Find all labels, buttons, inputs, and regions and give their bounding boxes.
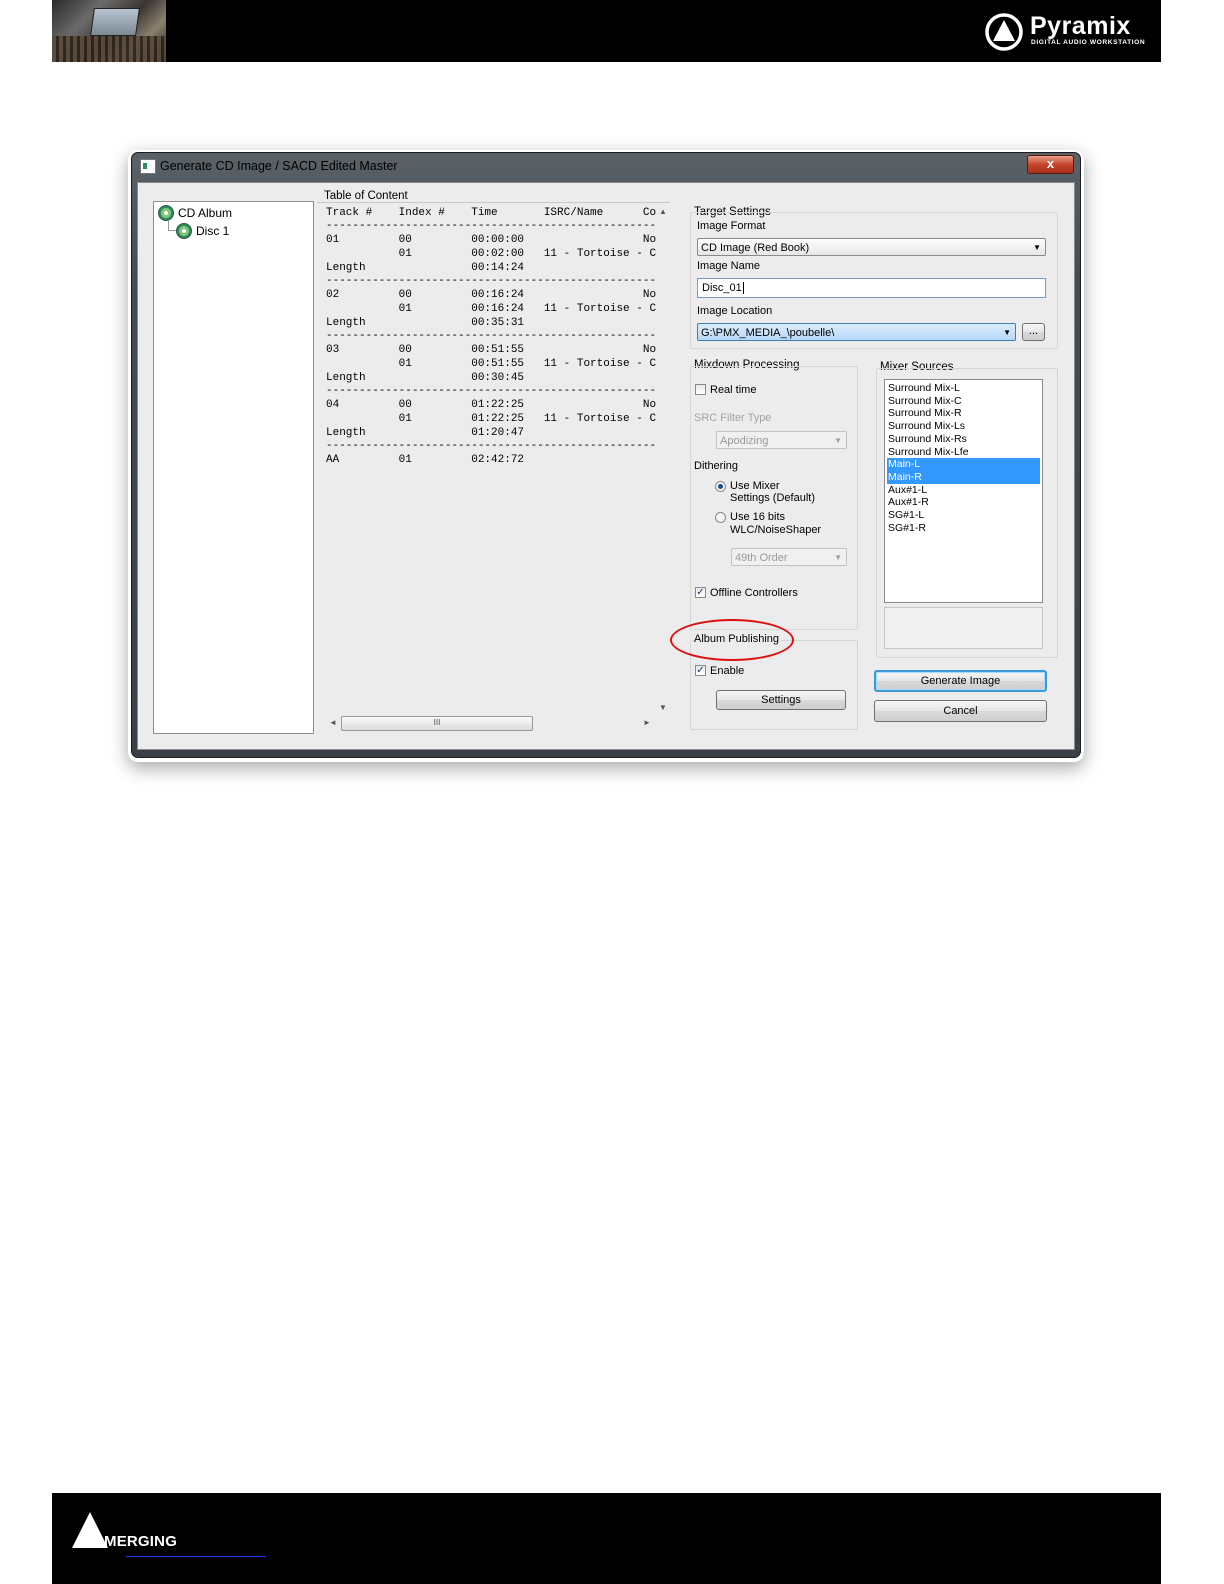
tree-connector bbox=[168, 230, 176, 231]
scroll-down-icon[interactable]: ▼ bbox=[659, 703, 667, 712]
dropdown-arrow-icon: ▼ bbox=[834, 553, 842, 562]
toc-vertical-scrollbar[interactable]: ▲ ▼ bbox=[656, 206, 669, 714]
toc-row: ----------------------------------------… bbox=[326, 330, 656, 342]
mixer-source-item[interactable]: Surround Mix-Lfe bbox=[887, 446, 1040, 459]
generate-image-button[interactable]: Generate Image bbox=[874, 670, 1047, 692]
mixer-source-item[interactable]: Surround Mix-R bbox=[887, 407, 1040, 420]
album-publishing-enable-label: Enable bbox=[710, 665, 745, 677]
album-publishing-enable-checkbox[interactable]: ✓ bbox=[695, 665, 706, 676]
toc-row: 01 00:16:24 11 - Tortoise - C bbox=[326, 303, 656, 315]
mixer-source-item[interactable]: SG#1-L bbox=[887, 509, 1040, 522]
toc-row: ----------------------------------------… bbox=[326, 275, 656, 287]
mixer-source-item[interactable]: Surround Mix-L bbox=[887, 382, 1040, 395]
realtime-checkbox[interactable] bbox=[695, 384, 706, 395]
toc-row: 02 00 00:16:24 No bbox=[326, 289, 656, 301]
toc-label: Table of Content bbox=[324, 190, 408, 202]
pyramix-brand: Pyramix bbox=[1030, 12, 1131, 40]
dither-mixer-radio[interactable] bbox=[715, 481, 726, 492]
src-filter-select[interactable]: Apodizing ▼ bbox=[716, 431, 847, 449]
dither-16bit-label-line1: Use 16 bits bbox=[730, 511, 786, 523]
image-location-select[interactable]: G:\PMX_MEDIA_\poubelle\ ▼ bbox=[697, 323, 1016, 341]
tree-connector bbox=[168, 220, 169, 230]
toc-row: 01 00:51:55 11 - Tortoise - C bbox=[326, 358, 656, 370]
image-location-label: Image Location bbox=[697, 305, 773, 317]
toc-row: Length 01:20:47 bbox=[326, 427, 525, 439]
footer-bar bbox=[52, 1493, 1161, 1584]
toc-row: ----------------------------------------… bbox=[326, 440, 656, 452]
toc-row: ----------------------------------------… bbox=[326, 385, 656, 397]
dither-mixer-label-line2: Settings (Default) bbox=[730, 492, 815, 504]
text-caret bbox=[742, 282, 744, 294]
mixer-source-item[interactable]: SG#1-R bbox=[887, 522, 1040, 535]
mixer-info-box bbox=[884, 607, 1043, 649]
cancel-button[interactable]: Cancel bbox=[874, 700, 1047, 722]
scroll-up-icon[interactable]: ▲ bbox=[659, 207, 667, 216]
dropdown-arrow-icon: ▼ bbox=[1003, 328, 1011, 337]
dither-16bit-radio[interactable] bbox=[715, 512, 726, 523]
mixer-source-item[interactable]: Surround Mix-C bbox=[887, 395, 1040, 408]
image-format-label: Image Format bbox=[697, 220, 766, 232]
browse-location-button[interactable]: ... bbox=[1022, 323, 1045, 341]
noise-shaper-order-select[interactable]: 49th Order ▼ bbox=[731, 548, 847, 566]
dither-16bit-label-line2: WLC/NoiseShaper bbox=[730, 524, 822, 536]
pyramix-brand-subtitle: DIGITAL AUDIO WORKSTATION bbox=[1031, 39, 1146, 46]
album-publishing-label: Album Publishing bbox=[694, 633, 781, 645]
studio-desk-graphic bbox=[52, 36, 166, 62]
footer-link-underline[interactable] bbox=[126, 1556, 266, 1557]
toc-row: Length 00:30:45 bbox=[326, 372, 525, 384]
src-filter-value: Apodizing bbox=[720, 435, 769, 447]
noise-shaper-order-value: 49th Order bbox=[735, 552, 788, 564]
toc-text-area[interactable]: Track # Index # Time ISRC/Name Co -------… bbox=[321, 204, 656, 714]
mixer-sources-list[interactable]: Surround Mix-L Surround Mix-C Surround Mix… bbox=[884, 379, 1043, 603]
tree-item-disc-1[interactable]: Disc 1 bbox=[176, 223, 229, 239]
realtime-label: Real time bbox=[710, 384, 757, 396]
toc-row: Length 00:35:31 bbox=[326, 317, 525, 329]
mixer-source-item[interactable]: Main-R bbox=[887, 470, 1040, 484]
dialog-title: Generate CD Image / SACD Edited Master bbox=[160, 159, 398, 173]
pyramix-logo-icon bbox=[985, 13, 1023, 51]
toc-header-row: Track # Index # Time ISRC/Name Co bbox=[326, 207, 656, 219]
album-publishing-settings-button[interactable]: Settings bbox=[716, 690, 846, 710]
header-studio-photo bbox=[52, 0, 166, 62]
dithering-label: Dithering bbox=[694, 460, 739, 472]
toc-row: ----------------------------------------… bbox=[326, 220, 656, 232]
tree-item-label: CD Album bbox=[178, 206, 233, 220]
dropdown-arrow-icon: ▼ bbox=[834, 436, 842, 445]
image-name-label: Image Name bbox=[697, 260, 760, 272]
app-icon bbox=[140, 159, 156, 174]
tree-item-cd-album[interactable]: CD Album bbox=[158, 205, 232, 221]
toc-row: 03 00 00:51:55 No bbox=[326, 344, 656, 356]
tree-item-label: Disc 1 bbox=[196, 224, 230, 238]
toc-row: AA 01 02:42:72 bbox=[326, 454, 525, 466]
image-format-value: CD Image (Red Book) bbox=[701, 242, 810, 254]
scroll-right-icon[interactable]: ► bbox=[643, 718, 651, 727]
close-button[interactable]: x bbox=[1027, 155, 1074, 174]
merging-brand: MERGING bbox=[104, 1533, 178, 1550]
mixer-source-item[interactable]: Main-L bbox=[887, 458, 1040, 471]
src-filter-label: SRC Filter Type bbox=[694, 412, 772, 424]
offline-controllers-checkbox[interactable]: ✓ bbox=[695, 587, 706, 598]
image-format-select[interactable]: CD Image (Red Book) ▼ bbox=[697, 238, 1046, 256]
mixer-source-item[interactable]: Surround Mix-Rs bbox=[887, 433, 1040, 446]
image-name-value: Disc_01 bbox=[702, 282, 742, 294]
toc-row: 01 01:22:25 11 - Tortoise - C bbox=[326, 413, 656, 425]
scroll-left-icon[interactable]: ◄ bbox=[329, 718, 337, 727]
toc-row: 04 00 01:22:25 No bbox=[326, 399, 656, 411]
scroll-thumb[interactable]: III bbox=[341, 716, 533, 731]
toc-row: 01 00:02:00 11 - Tortoise - C bbox=[326, 248, 656, 260]
mixer-source-item[interactable]: Surround Mix-Ls bbox=[887, 420, 1040, 433]
image-name-input[interactable]: Disc_01 bbox=[697, 278, 1046, 298]
mixer-source-item[interactable]: Aux#1-L bbox=[887, 484, 1040, 497]
cd-album-icon bbox=[158, 205, 174, 221]
mixer-source-item[interactable]: Aux#1-R bbox=[887, 496, 1040, 509]
offline-controllers-label: Offline Controllers bbox=[710, 587, 798, 599]
disc-icon bbox=[176, 223, 192, 239]
toc-row: 01 00 00:00:00 No bbox=[326, 234, 656, 246]
image-location-value: G:\PMX_MEDIA_\poubelle\ bbox=[701, 327, 835, 339]
album-tree[interactable] bbox=[153, 201, 314, 734]
toc-row: Length 00:14:24 bbox=[326, 262, 525, 274]
studio-screen-graphic bbox=[90, 8, 140, 36]
dropdown-arrow-icon: ▼ bbox=[1033, 243, 1041, 252]
dither-mixer-label-line1: Use Mixer bbox=[730, 480, 780, 492]
